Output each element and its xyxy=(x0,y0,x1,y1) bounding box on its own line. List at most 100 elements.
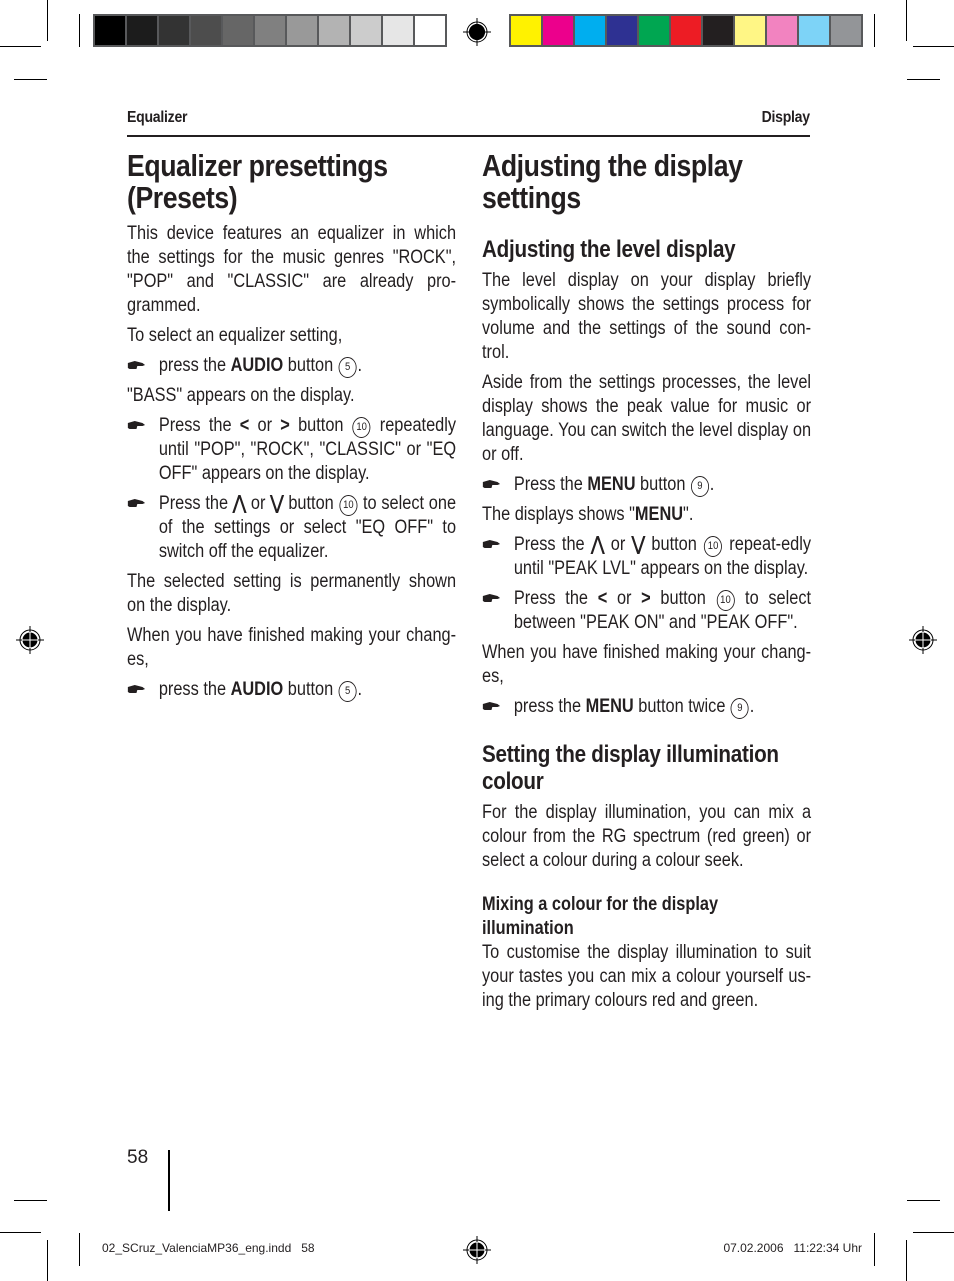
section-title: Adjusting the display settings xyxy=(482,148,743,215)
crop-mark xyxy=(14,79,47,80)
color-swatch xyxy=(607,16,637,45)
registration-mark-icon xyxy=(463,1236,491,1264)
sub-subsection-heading: Mixing a colour for the display illumina… xyxy=(482,894,719,939)
instruction-step: Press the MENU button 9. xyxy=(482,473,811,497)
pointing-hand-icon xyxy=(127,499,146,507)
crop-mark xyxy=(913,46,954,47)
color-swatch xyxy=(639,16,669,45)
audio-button-label: AUDIO xyxy=(230,679,284,700)
pointing-hand-icon xyxy=(482,702,501,710)
right-arrow-icon: > xyxy=(641,588,651,609)
crop-mark xyxy=(0,1232,41,1233)
color-swatch xyxy=(383,16,413,45)
intro-paragraph: This device features an equalizer in whi… xyxy=(127,223,457,316)
color-swatch xyxy=(575,16,605,45)
bass-text: "BASS" appears on the display. xyxy=(127,385,355,406)
right-arrow-icon: > xyxy=(280,415,290,436)
color-swatch xyxy=(287,16,317,45)
color-swatch xyxy=(543,16,573,45)
pointing-hand-icon xyxy=(127,361,146,369)
left-column: Equalizer presettings (Presets) This dev… xyxy=(127,150,456,708)
down-arrow-icon: ⋁ xyxy=(270,493,284,514)
pointing-hand-icon xyxy=(482,480,501,488)
crop-mark xyxy=(874,1233,875,1266)
pointing-hand-icon xyxy=(127,421,146,429)
color-swatch xyxy=(127,16,157,45)
finished-text: When you have finished making your chang… xyxy=(127,625,457,670)
pointing-hand-icon xyxy=(127,685,146,693)
color-swatch xyxy=(831,16,861,45)
color-swatch xyxy=(319,16,349,45)
button-number-badge: 10 xyxy=(716,590,735,611)
crop-mark xyxy=(0,46,41,47)
color-swatch xyxy=(255,16,285,45)
paragraph: For the display illumination, you can mi… xyxy=(482,802,812,871)
instruction-step: press the AUDIO button 5. xyxy=(127,678,456,702)
instruction-step: Press the < or > button 10 to select bet… xyxy=(482,587,811,635)
left-arrow-icon: < xyxy=(597,588,608,609)
displays-text: The displays shows "MENU". xyxy=(482,504,694,525)
color-swatch xyxy=(95,16,125,45)
pointing-hand-icon xyxy=(482,594,501,602)
folio-rule xyxy=(168,1150,170,1211)
slug-timestamp: 07.02.2006 11:22:34 Uhr xyxy=(723,1241,862,1255)
section-title: Equalizer presettings (Presets) xyxy=(127,148,388,215)
crop-mark xyxy=(913,1232,954,1233)
instruction-step: Press the ⋀ or ⋁ button 10 repeat-edly u… xyxy=(482,533,811,581)
subsection-heading: Adjusting the level display xyxy=(482,236,736,263)
audio-button-label: AUDIO xyxy=(230,355,284,376)
paragraph: Aside from the settings processes, the l… xyxy=(482,372,812,465)
crop-mark xyxy=(906,1240,907,1281)
button-number-badge: 10 xyxy=(704,536,723,557)
menu-button-label: MENU xyxy=(585,696,634,717)
button-number-badge: 5 xyxy=(338,681,357,702)
color-swatch xyxy=(671,16,701,45)
crop-mark xyxy=(47,1240,48,1281)
color-swatch xyxy=(735,16,765,45)
registration-mark-icon xyxy=(463,18,491,46)
pointing-hand-icon xyxy=(482,540,501,548)
color-swatch xyxy=(223,16,253,45)
running-head-left: Equalizer xyxy=(127,109,188,126)
paragraph: The level display on your display briefl… xyxy=(482,270,812,363)
color-swatch xyxy=(415,16,445,45)
button-number-badge: 9 xyxy=(690,476,709,497)
crop-mark xyxy=(907,1200,940,1201)
paragraph: To customise the display illumination to… xyxy=(482,942,812,1011)
color-swatch xyxy=(703,16,733,45)
crop-mark xyxy=(906,0,907,41)
color-swatch xyxy=(191,16,221,45)
color-swatch xyxy=(159,16,189,45)
header-rule xyxy=(127,135,810,137)
left-arrow-icon: < xyxy=(239,415,250,436)
crop-mark xyxy=(79,14,80,47)
button-number-badge: 10 xyxy=(352,417,371,438)
crop-mark xyxy=(14,1200,47,1201)
crop-mark xyxy=(79,1233,80,1266)
button-number-badge: 9 xyxy=(730,698,749,719)
shown-text: The selected setting is permanently show… xyxy=(127,571,457,616)
registration-mark-icon xyxy=(16,626,44,654)
instruction-step: press the AUDIO button 5. xyxy=(127,354,456,378)
button-number-badge: 5 xyxy=(338,357,357,378)
crop-mark xyxy=(47,0,48,41)
color-swatch xyxy=(511,16,541,45)
slug-filename: 02_SCruz_ValenciaMP36_eng.indd 58 xyxy=(102,1241,315,1255)
up-arrow-icon: ⋀ xyxy=(591,534,605,555)
registration-mark-icon xyxy=(909,626,937,654)
right-column: Adjusting the display settings Adjusting… xyxy=(482,150,811,1019)
process-color-bar xyxy=(509,14,863,47)
color-swatch xyxy=(351,16,381,45)
running-head-right: Display xyxy=(761,109,811,126)
crop-mark xyxy=(907,79,940,80)
up-arrow-icon: ⋀ xyxy=(232,493,247,514)
color-swatch xyxy=(799,16,829,45)
down-arrow-icon: ⋁ xyxy=(631,534,646,555)
grayscale-color-bar xyxy=(93,14,447,47)
crop-mark xyxy=(874,14,875,47)
subsection-heading: Setting the display illumination colour xyxy=(482,741,779,795)
menu-button-label: MENU xyxy=(587,474,636,495)
page-number: 58 xyxy=(127,1147,149,1168)
color-swatch xyxy=(767,16,797,45)
instruction-step: Press the ⋀ or ⋁ button 10 to select one… xyxy=(127,492,456,564)
